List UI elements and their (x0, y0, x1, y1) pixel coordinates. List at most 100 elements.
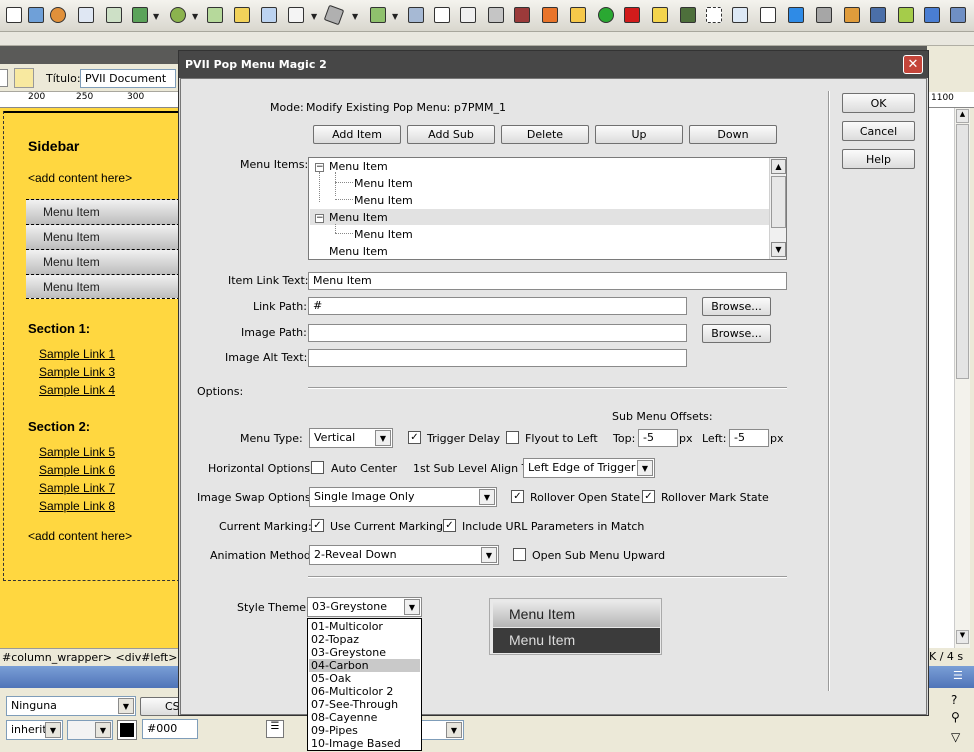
doc-menu-item[interactable]: Menu Item (26, 274, 180, 299)
delete-button[interactable]: Delete (501, 125, 589, 144)
doc-menu-item[interactable]: Menu Item (26, 224, 180, 249)
color-input[interactable]: #000 (142, 719, 198, 739)
scroll-up-icon[interactable]: ▲ (956, 109, 969, 123)
window-icon[interactable] (512, 4, 532, 26)
template-icon[interactable] (368, 4, 388, 26)
sample-link[interactable]: Sample Link 6 (39, 463, 115, 477)
filmstrip-icon[interactable] (678, 4, 698, 26)
server-include-icon[interactable] (232, 4, 252, 26)
close-icon[interactable]: ✕ (903, 55, 923, 74)
named-anchor-icon[interactable] (26, 4, 46, 26)
help-icon[interactable]: ? (951, 693, 957, 707)
image-icon[interactable] (130, 4, 150, 26)
first-sub-align-select[interactable]: Left Edge of Trigger ▼ (523, 458, 655, 478)
unit-select[interactable]: ▼ (67, 720, 113, 740)
head-dropdown-icon[interactable]: ▼ (311, 12, 317, 21)
notes-icon[interactable] (896, 4, 916, 26)
image-swap-select[interactable]: Single Image Only ▼ (309, 487, 497, 507)
menu-type-select[interactable]: Vertical ▼ (309, 428, 393, 448)
user-icon[interactable] (48, 4, 68, 26)
expand-icon[interactable]: ▽ (951, 730, 960, 744)
orange-doc-icon[interactable] (540, 4, 560, 26)
tag-chooser-icon[interactable] (406, 4, 426, 26)
red-arrow-icon[interactable] (622, 4, 642, 26)
style-theme-select[interactable]: 03-Greystone ▼ (307, 597, 422, 617)
offset-top-input[interactable]: -5 (638, 429, 678, 447)
theme-option[interactable]: 03-Greystone (309, 646, 420, 659)
help-button[interactable]: Help (842, 149, 915, 169)
formula-icon[interactable] (458, 4, 478, 26)
menu-items-tree[interactable]: − Menu Item Menu Item Menu Item − Menu I… (308, 157, 787, 260)
theme-option[interactable]: 09-Pipes (309, 724, 420, 737)
comment-icon[interactable] (259, 4, 279, 26)
down-button[interactable]: Down (689, 125, 777, 144)
package-icon[interactable] (486, 4, 506, 26)
format-select[interactable]: Ninguna ▼ (6, 696, 136, 716)
trigger-delay-checkbox[interactable]: ✓ (408, 431, 421, 444)
theme-option-highlighted[interactable]: 04-Carbon (309, 659, 420, 672)
theme-option[interactable]: 07-See-Through (309, 698, 420, 711)
theme-option[interactable]: 02-Topaz (309, 633, 420, 646)
sample-link[interactable]: Sample Link 1 (39, 347, 115, 361)
ok-button[interactable]: OK (842, 93, 915, 113)
title-input[interactable]: PVII Document (80, 69, 176, 88)
head-icon[interactable] (286, 4, 306, 26)
grid-icon[interactable] (948, 4, 968, 26)
include-url-checkbox[interactable]: ✓ (443, 519, 456, 532)
panel-options-icon[interactable]: ☰ (953, 669, 963, 682)
resize-icon[interactable] (650, 4, 670, 26)
sample-link[interactable]: Sample Link 8 (39, 499, 115, 513)
power-icon[interactable] (596, 4, 616, 26)
design-view[interactable]: Sidebar <add content here> Menu Item Men… (0, 108, 180, 648)
collapse-icon[interactable]: − (315, 163, 324, 172)
validate-icon[interactable] (14, 68, 34, 88)
download-icon[interactable] (568, 4, 588, 26)
auto-center-checkbox[interactable] (311, 461, 324, 474)
theme-option[interactable]: 01-Multicolor (309, 620, 420, 633)
link-browse-button[interactable]: Browse... (702, 297, 771, 316)
theme-option[interactable]: 05-Oak (309, 672, 420, 685)
use-current-marking-checkbox[interactable]: ✓ (311, 519, 324, 532)
doc-menu-item[interactable]: Menu Item (26, 249, 180, 274)
check-v-icon[interactable] (730, 4, 750, 26)
gallery-icon[interactable] (842, 4, 862, 26)
animation-select[interactable]: 2-Reveal Down ▼ (309, 545, 499, 565)
scroll-down-icon[interactable]: ▼ (771, 242, 786, 257)
script-dropdown-icon[interactable]: ▼ (352, 12, 358, 21)
layer-icon[interactable] (104, 4, 124, 26)
add-sub-button[interactable]: Add Sub (407, 125, 495, 144)
tree-item[interactable]: Menu Item (329, 211, 388, 224)
unordered-list-icon[interactable]: ☰ (266, 720, 284, 738)
tree-item[interactable]: Menu Item (354, 194, 413, 207)
mail-icon[interactable] (4, 4, 24, 26)
theme-option[interactable]: 08-Cayenne (309, 711, 420, 724)
scroll-thumb[interactable] (956, 124, 969, 379)
table-icon[interactable] (76, 4, 96, 26)
scroll-down-icon[interactable]: ▼ (956, 630, 969, 644)
item-link-text-input[interactable]: Menu Item (308, 272, 787, 290)
flash-text-icon[interactable] (432, 4, 452, 26)
tree-scrollbar[interactable]: ▲ ▼ (769, 158, 786, 259)
image-dropdown-icon[interactable]: ▼ (153, 12, 159, 21)
vertical-scrollbar[interactable]: ▲ ▼ (954, 108, 970, 648)
dotted-box-icon[interactable] (704, 4, 724, 26)
link-path-input[interactable]: # (308, 297, 687, 315)
sample-link[interactable]: Sample Link 7 (39, 481, 115, 495)
size-select[interactable]: inherit ▼ (6, 720, 63, 740)
tree-item[interactable]: Menu Item (329, 160, 388, 173)
scroll-thumb[interactable] (771, 176, 786, 228)
tag-selector[interactable]: #column_wrapper> <div#left> <div.c (0, 648, 180, 666)
quick-tag-icon[interactable]: ⚲ (951, 710, 960, 724)
date-icon[interactable] (205, 4, 225, 26)
scroll-up-icon[interactable]: ▲ (771, 159, 786, 174)
image-browse-button[interactable]: Browse... (702, 324, 771, 343)
code-view-button[interactable] (0, 69, 8, 87)
collapse-icon[interactable]: − (315, 214, 324, 223)
photo-icon[interactable] (868, 4, 888, 26)
style-theme-dropdown-list[interactable]: 01-Multicolor 02-Topaz 03-Greystone 04-C… (307, 618, 422, 751)
color-swatch[interactable] (117, 720, 137, 740)
sample-link[interactable]: Sample Link 5 (39, 445, 115, 459)
image-alt-input[interactable] (308, 349, 687, 367)
template-dropdown-icon[interactable]: ▼ (392, 12, 398, 21)
cancel-button[interactable]: Cancel (842, 121, 915, 141)
